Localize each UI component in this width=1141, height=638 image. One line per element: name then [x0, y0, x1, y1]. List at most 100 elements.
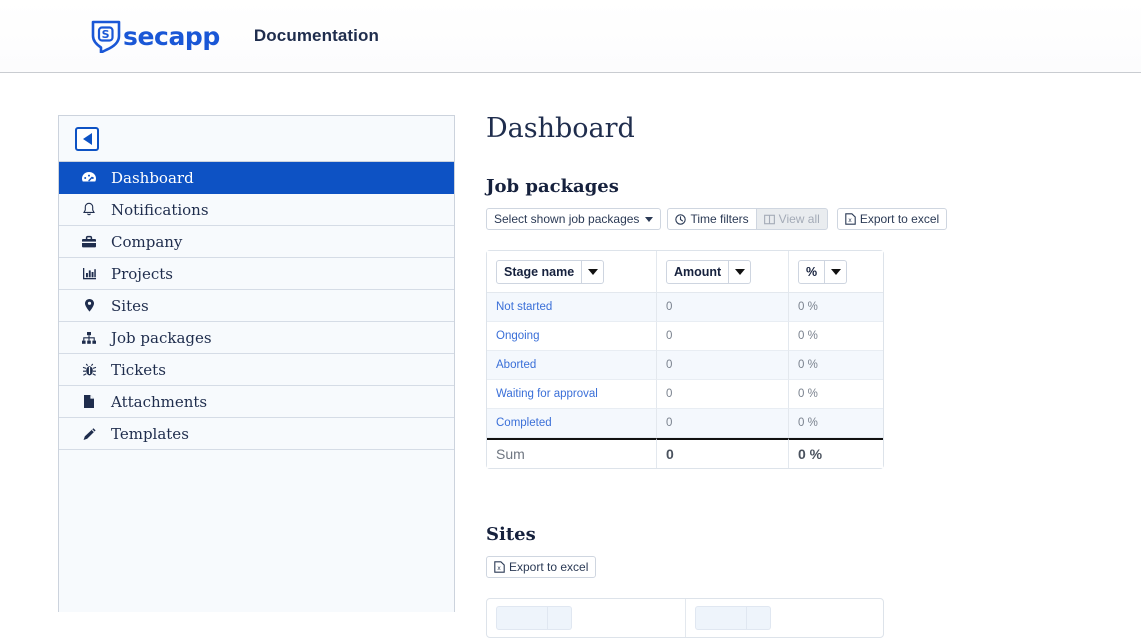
job-packages-table-body: Not started 0 0 % Ongoing 0 0 % Aborted …	[487, 293, 883, 468]
stage-link[interactable]: Waiting for approval	[496, 388, 598, 400]
sidebar-item-dashboard[interactable]: Dashboard	[59, 162, 454, 194]
sidebar-item-label: Templates	[111, 425, 189, 443]
export-to-excel-button-job-packages[interactable]: x Export to excel	[836, 208, 948, 230]
sidebar-item-label: Job packages	[111, 329, 212, 347]
sites-column-2	[686, 599, 884, 637]
cell-stage-name: Waiting for approval	[487, 380, 657, 409]
sidebar-nav-list: Dashboard Notifications Company Projects	[59, 162, 454, 450]
export-to-excel-label: Export to excel	[859, 212, 940, 226]
view-button-group: Time filters View all	[667, 208, 828, 230]
view-all-button[interactable]: View all	[755, 208, 828, 230]
briefcase-icon	[79, 234, 99, 250]
column-header-amount: Amount	[657, 251, 789, 293]
column-header-percent: %	[789, 251, 883, 293]
sites-column-header-2[interactable]	[694, 606, 875, 630]
sitemap-icon	[79, 330, 99, 346]
cell-percent: 0 %	[789, 322, 883, 351]
sidebar-item-job-packages[interactable]: Job packages	[59, 322, 454, 354]
cell-amount: 0	[657, 322, 789, 351]
cell-sum-amount: 0	[657, 438, 789, 468]
bar-chart-icon	[79, 266, 99, 282]
top-navbar: S secapp Documentation	[0, 0, 1141, 73]
clock-icon	[675, 213, 687, 225]
column-menu-amount[interactable]	[729, 259, 752, 284]
cell-stage-name: Completed	[487, 409, 657, 438]
sidebar-item-tickets[interactable]: Tickets	[59, 354, 454, 386]
sidebar-item-label: Projects	[111, 265, 173, 283]
file-excel-icon: x	[845, 213, 856, 225]
sites-column-menu-2	[746, 606, 771, 630]
column-menu-stage-name[interactable]	[582, 259, 605, 284]
sites-toolbar: x Export to excel	[486, 556, 1141, 578]
column-header-stage-name-label[interactable]: Stage name	[496, 259, 583, 284]
cell-percent: 0 %	[789, 351, 883, 380]
table-row: Not started 0 0 %	[487, 293, 883, 322]
sidebar-item-company[interactable]: Company	[59, 226, 454, 258]
cell-sum-label: Sum	[487, 438, 657, 468]
job-packages-toolbar: Select shown job packages Time filters V…	[486, 208, 1141, 230]
cell-amount: 0	[657, 409, 789, 438]
sidebar-item-label: Notifications	[111, 201, 209, 219]
sites-table	[486, 598, 884, 638]
stage-link[interactable]: Not started	[496, 301, 552, 313]
cell-stage-name: Not started	[487, 293, 657, 322]
sidebar-item-label: Attachments	[111, 393, 208, 411]
cell-amount: 0	[657, 380, 789, 409]
cell-amount: 0	[657, 293, 789, 322]
sidebar-item-projects[interactable]: Projects	[59, 258, 454, 290]
export-to-excel-button-sites[interactable]: x Export to excel	[486, 556, 597, 578]
chevron-down-icon	[587, 268, 598, 275]
svg-text:x: x	[497, 565, 501, 572]
sidebar-item-notifications[interactable]: Notifications	[59, 194, 454, 226]
cell-percent: 0 %	[789, 409, 883, 438]
column-header-amount-label[interactable]: Amount	[666, 259, 730, 284]
table-header-row: Stage name Amount %	[487, 251, 883, 293]
sites-column-1	[487, 599, 686, 637]
sites-column-header-1[interactable]	[496, 606, 676, 630]
stage-link[interactable]: Ongoing	[496, 330, 539, 342]
column-header-stage-name: Stage name	[487, 251, 657, 293]
caret-left-glyph	[82, 132, 92, 145]
bell-icon	[79, 202, 99, 218]
stage-link[interactable]: Completed	[496, 417, 552, 429]
column-header-percent-label[interactable]: %	[798, 259, 826, 284]
column-menu-percent[interactable]	[825, 259, 848, 284]
sidebar-item-label: Dashboard	[111, 169, 194, 187]
select-shown-job-packages-dropdown[interactable]: Select shown job packages	[486, 208, 662, 230]
sites-column-header-label-1	[496, 606, 548, 630]
time-filters-button[interactable]: Time filters	[667, 208, 757, 230]
sidebar-item-templates[interactable]: Templates	[59, 418, 454, 450]
sidebar-item-label: Sites	[111, 297, 149, 315]
map-pin-icon	[79, 298, 99, 314]
sidebar-item-label: Tickets	[111, 361, 166, 379]
chevron-down-icon	[645, 216, 654, 222]
svg-text:x: x	[848, 217, 852, 224]
brand-logo-link[interactable]: S secapp	[90, 19, 220, 53]
shield-s-logo-icon: S	[90, 19, 122, 53]
sidebar: Dashboard Notifications Company Projects	[58, 115, 455, 612]
view-all-label: View all	[778, 212, 820, 226]
cell-percent: 0 %	[789, 293, 883, 322]
table-row-sum: Sum 0 0 %	[487, 438, 883, 468]
brand-name: secapp	[123, 21, 220, 51]
caret-left-square-icon[interactable]	[75, 126, 99, 151]
table-row: Aborted 0 0 %	[487, 351, 883, 380]
cell-stage-name: Ongoing	[487, 322, 657, 351]
table-row: Completed 0 0 %	[487, 409, 883, 438]
section-title-job-packages: Job packages	[486, 176, 619, 197]
job-packages-table: Stage name Amount % Not started 0 0 % On…	[486, 250, 884, 469]
sidebar-item-sites[interactable]: Sites	[59, 290, 454, 322]
pencil-icon	[79, 426, 99, 442]
nav-link-documentation[interactable]: Documentation	[254, 26, 379, 46]
cell-sum-percent: 0 %	[789, 438, 883, 468]
columns-icon	[763, 214, 775, 225]
stage-link[interactable]: Aborted	[496, 359, 536, 371]
sites-column-header-label-2	[694, 606, 747, 630]
cell-amount: 0	[657, 351, 789, 380]
page-title: Dashboard	[486, 113, 635, 144]
select-shown-job-packages-label: Select shown job packages	[494, 212, 640, 226]
sites-column-menu-1	[548, 606, 572, 630]
chevron-down-icon	[734, 268, 745, 275]
main-content: Dashboard Job packages Select shown job …	[486, 115, 1141, 638]
sidebar-item-attachments[interactable]: Attachments	[59, 386, 454, 418]
